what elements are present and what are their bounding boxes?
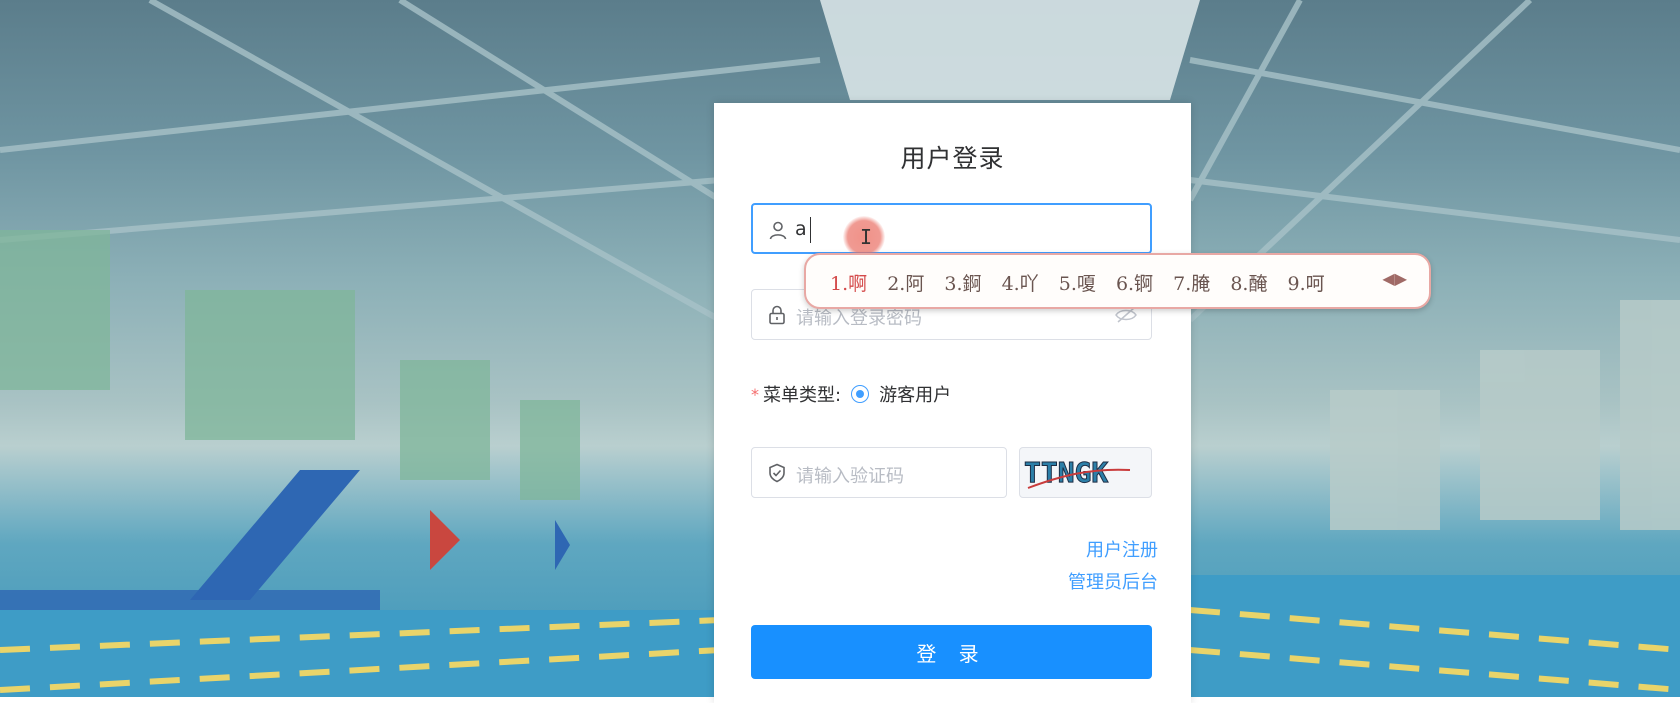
- username-field[interactable]: a: [751, 203, 1152, 254]
- captcha-field[interactable]: 请输入验证码: [751, 447, 1007, 498]
- captcha-graphic: TTNGK: [1024, 456, 1131, 490]
- required-asterisk: *: [751, 384, 759, 404]
- ime-candidate[interactable]: 5.嗄: [1059, 273, 1096, 295]
- ime-candidate[interactable]: 6.锕: [1116, 273, 1153, 295]
- username-value: a: [795, 218, 807, 240]
- ime-candidate[interactable]: 3.錒: [944, 273, 981, 295]
- text-caret: [810, 217, 811, 243]
- register-link[interactable]: 用户注册: [1086, 536, 1158, 562]
- ime-page-arrows[interactable]: ◀▶: [1382, 269, 1407, 288]
- user-icon: [769, 221, 787, 240]
- admin-backend-link[interactable]: 管理员后台: [1068, 568, 1158, 594]
- captcha-image[interactable]: TTNGK: [1019, 447, 1152, 498]
- ime-candidate-list: 1.啊 2.阿 3.錒 4.吖 5.嗄 6.锕 7.腌 8.醃 9.呵: [830, 269, 1339, 296]
- ime-candidate[interactable]: 1.啊: [830, 273, 867, 295]
- ime-candidate[interactable]: 7.腌: [1173, 273, 1210, 295]
- captcha-placeholder: 请输入验证码: [796, 466, 904, 487]
- ime-candidate-popup: 1.啊 2.阿 3.錒 4.吖 5.嗄 6.锕 7.腌 8.醃 9.呵 ◀▶: [804, 253, 1431, 309]
- lock-icon: [769, 305, 785, 325]
- ibeam-cursor-icon: I: [860, 225, 873, 249]
- login-card: 用户登录 a 请输入登录密码 * 菜单类型: 游客用户 请输入验证码 TTNGK…: [714, 103, 1191, 703]
- menu-type-row: * 菜单类型: 游客用户: [751, 381, 951, 407]
- login-button[interactable]: 登 录: [751, 625, 1152, 679]
- shield-check-icon: [769, 463, 785, 483]
- page-title: 用户登录: [900, 144, 1005, 173]
- ime-candidate[interactable]: 2.阿: [887, 273, 924, 295]
- ime-candidate[interactable]: 9.呵: [1288, 273, 1325, 295]
- guest-user-option-label[interactable]: 游客用户: [879, 381, 951, 407]
- ime-candidate[interactable]: 8.醃: [1230, 273, 1267, 295]
- guest-user-radio[interactable]: [851, 385, 870, 403]
- menu-type-label: 菜单类型:: [763, 385, 842, 406]
- ime-candidate[interactable]: 4.吖: [1002, 273, 1039, 295]
